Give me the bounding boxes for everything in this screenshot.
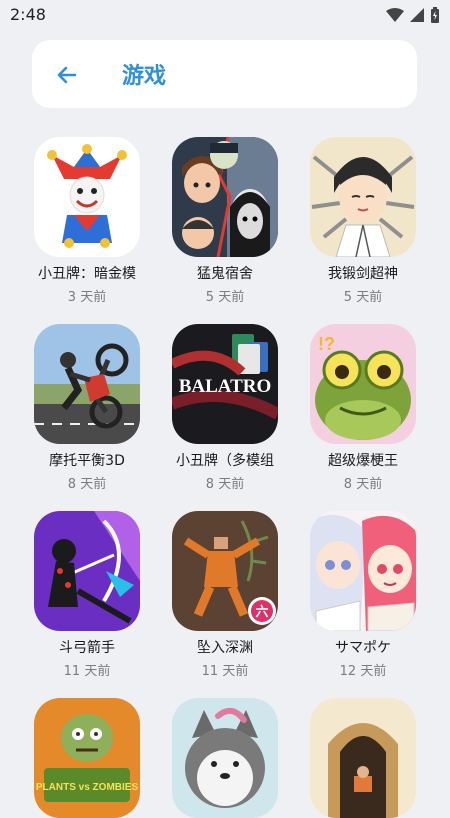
jester-icon xyxy=(34,137,140,257)
sword-forging-icon xyxy=(310,137,416,257)
app-name: サマポケ xyxy=(335,640,391,656)
pvz-icon: PLANTS vs ZOMBIES xyxy=(34,698,140,818)
app-updated-time: 3 天前 xyxy=(67,290,107,305)
app-icon xyxy=(34,324,140,444)
app-item[interactable]: 小丑牌：暗金模 3 天前 xyxy=(22,137,152,305)
app-icon: !? xyxy=(310,324,416,444)
app-updated-time: 5 天前 xyxy=(205,290,245,305)
app-icon xyxy=(310,698,416,818)
frog-badge-text: !? xyxy=(318,334,335,354)
app-grid: 小丑牌：暗金模 3 天前 猛鬼宿舍 5 天前 我锻剑超神 5 天前 摩托平衡3D… xyxy=(0,0,450,818)
tower-icon xyxy=(310,698,416,818)
app-item[interactable] xyxy=(160,698,290,818)
app-name: 超级爆梗王 xyxy=(328,453,398,469)
app-name: 斗弓箭手 xyxy=(59,640,115,656)
app-icon xyxy=(34,137,140,257)
app-updated-time: 11 天前 xyxy=(201,664,249,679)
app-updated-time: 12 天前 xyxy=(339,664,387,679)
husky-icon xyxy=(172,698,278,818)
app-name: 小丑牌（多模组 xyxy=(176,453,274,469)
app-name: 小丑牌：暗金模 xyxy=(38,266,136,282)
app-item[interactable]: BALATRO 小丑牌（多模组 8 天前 xyxy=(160,324,290,492)
archer-icon xyxy=(34,511,140,631)
app-updated-time: 8 天前 xyxy=(67,477,107,492)
pvz-logo-text: PLANTS vs ZOMBIES xyxy=(36,782,139,793)
frog-icon: !? xyxy=(310,324,416,444)
motorcycle-icon xyxy=(34,324,140,444)
app-icon xyxy=(310,511,416,631)
app-item[interactable]: !? 超级爆梗王 8 天前 xyxy=(298,324,428,492)
app-name: 坠入深渊 xyxy=(197,640,253,656)
app-icon xyxy=(172,137,278,257)
app-name: 猛鬼宿舍 xyxy=(197,266,253,282)
app-name: 我锻剑超神 xyxy=(328,266,398,282)
fall-abyss-icon: 六 xyxy=(172,511,278,631)
app-updated-time: 11 天前 xyxy=(63,664,111,679)
anime-girls-icon xyxy=(310,511,416,631)
app-updated-time: 8 天前 xyxy=(205,477,245,492)
balatro-logo-text: BALATRO xyxy=(179,376,272,397)
app-icon: BALATRO xyxy=(172,324,278,444)
app-item[interactable]: 六 坠入深渊 11 天前 xyxy=(160,511,290,679)
ghost-dorm-icon xyxy=(172,137,278,257)
app-item[interactable]: 斗弓箭手 11 天前 xyxy=(22,511,152,679)
balatro-icon: BALATRO xyxy=(172,324,278,444)
app-item[interactable]: PLANTS vs ZOMBIES xyxy=(22,698,152,818)
app-name: 摩托平衡3D xyxy=(49,453,125,469)
fall-badge-text: 六 xyxy=(255,604,268,620)
app-updated-time: 5 天前 xyxy=(343,290,383,305)
app-item[interactable]: 摩托平衡3D 8 天前 xyxy=(22,324,152,492)
app-item[interactable] xyxy=(298,698,428,818)
app-updated-time: 8 天前 xyxy=(343,477,383,492)
app-icon xyxy=(310,137,416,257)
app-icon xyxy=(172,698,278,818)
app-icon xyxy=(34,511,140,631)
app-icon: PLANTS vs ZOMBIES xyxy=(34,698,140,818)
app-item[interactable]: 我锻剑超神 5 天前 xyxy=(298,137,428,305)
app-item[interactable]: サマポケ 12 天前 xyxy=(298,511,428,679)
app-item[interactable]: 猛鬼宿舍 5 天前 xyxy=(160,137,290,305)
app-icon: 六 xyxy=(172,511,278,631)
